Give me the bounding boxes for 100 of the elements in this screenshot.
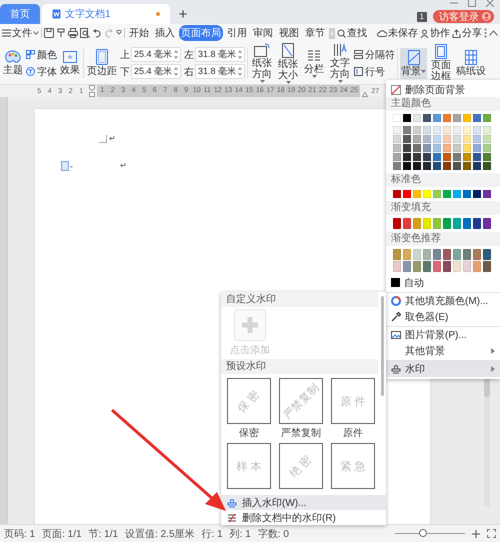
color-swatch[interactable] (423, 249, 431, 260)
color-swatch[interactable] (463, 261, 471, 272)
color-swatch[interactable] (423, 261, 431, 272)
indent-marker[interactable] (86, 85, 97, 97)
color-swatch[interactable] (433, 249, 441, 260)
page-background-button[interactable]: 稿纸设 (455, 48, 488, 78)
color-swatch[interactable] (443, 126, 451, 134)
color-swatch[interactable] (413, 153, 421, 161)
spinner-icon[interactable] (174, 50, 178, 59)
action-button[interactable]: 协作 (420, 26, 450, 40)
color-swatch[interactable] (423, 162, 431, 170)
color-swatch[interactable] (403, 144, 411, 152)
menu-item[interactable]: 自动 (386, 275, 500, 290)
color-swatch[interactable] (393, 218, 401, 229)
menu-item[interactable]: 删除页面背景 (386, 82, 500, 97)
color-swatch[interactable] (473, 218, 481, 229)
color-swatch[interactable] (413, 114, 421, 122)
color-swatch[interactable] (413, 190, 421, 198)
color-swatch[interactable] (423, 135, 431, 143)
color-swatch[interactable] (453, 153, 461, 161)
color-swatch[interactable] (423, 218, 431, 229)
color-swatch[interactable] (413, 126, 421, 134)
color-swatch[interactable] (423, 190, 431, 198)
ribbon-tab[interactable]: 插入 (153, 25, 177, 41)
color-swatch[interactable] (483, 162, 491, 170)
color-swatch[interactable] (443, 153, 451, 161)
color-swatch[interactable] (453, 190, 461, 198)
color-swatch[interactable] (413, 261, 421, 272)
color-swatch[interactable] (453, 144, 461, 152)
color-swatch[interactable] (413, 218, 421, 229)
print-preview-icon[interactable] (80, 28, 90, 38)
color-swatch[interactable] (433, 126, 441, 134)
color-swatch[interactable] (403, 218, 411, 229)
fullscreen-icon[interactable] (487, 529, 496, 538)
color-swatch[interactable] (443, 144, 451, 152)
color-swatch[interactable] (443, 190, 451, 198)
color-swatch[interactable] (453, 114, 461, 122)
color-swatch[interactable] (393, 114, 401, 122)
effects-button[interactable]: 效果 (59, 48, 81, 78)
color-swatch[interactable] (443, 114, 451, 122)
color-swatch[interactable] (393, 144, 401, 152)
color-swatch[interactable] (413, 249, 421, 260)
spinner-icon[interactable] (174, 67, 178, 76)
color-swatch[interactable] (443, 135, 451, 143)
color-swatch[interactable] (463, 162, 471, 170)
color-swatch[interactable] (393, 162, 401, 170)
color-swatch[interactable] (483, 126, 491, 134)
layout-button[interactable]: 行号 (354, 64, 396, 78)
color-swatch[interactable] (423, 144, 431, 152)
color-swatch[interactable] (463, 218, 471, 229)
margin-field[interactable]: 31.8 毫米 (195, 64, 246, 79)
layout-button[interactable]: 分隔符 (354, 48, 396, 62)
ribbon-tab[interactable]: 视图 (277, 25, 301, 41)
color-swatch[interactable] (463, 249, 471, 260)
page-setup-button[interactable]: 纸张方向 (250, 42, 274, 84)
color-swatch[interactable] (403, 153, 411, 161)
color-swatch[interactable] (443, 218, 451, 229)
color-swatch[interactable] (393, 153, 401, 161)
color-swatch[interactable] (393, 126, 401, 134)
spinner-icon[interactable] (238, 50, 242, 59)
color-swatch[interactable] (423, 114, 431, 122)
margin-field[interactable]: 25.4 毫米 (131, 64, 182, 79)
color-swatch[interactable] (473, 153, 481, 161)
menu-item[interactable]: 取色器(E) (386, 309, 500, 324)
color-swatch[interactable] (463, 114, 471, 122)
zoom-thumb[interactable] (419, 529, 427, 537)
color-swatch[interactable] (483, 153, 491, 161)
ribbon-tab[interactable]: 开始 (127, 25, 151, 41)
color-swatch[interactable] (473, 261, 481, 272)
color-swatch[interactable] (433, 153, 441, 161)
color-swatch[interactable] (463, 190, 471, 198)
theme-button[interactable]: 主题 (2, 48, 24, 78)
color-swatch[interactable] (463, 135, 471, 143)
color-swatch[interactable] (413, 162, 421, 170)
zoom-in-icon[interactable] (472, 530, 480, 538)
file-menu[interactable]: 文件 (2, 26, 39, 40)
action-button[interactable]: 分享 (452, 26, 482, 40)
login-button[interactable]: 访客登录 (433, 10, 494, 23)
color-swatch[interactable] (453, 135, 461, 143)
color-swatch[interactable] (433, 218, 441, 229)
scrollbar[interactable] (381, 296, 384, 396)
scroll-right-icon[interactable] (329, 28, 335, 38)
page-setup-button[interactable]: 文字方向 (328, 42, 352, 84)
brush-icon[interactable] (56, 28, 66, 38)
page-setup-button[interactable]: 分栏 (302, 46, 326, 80)
margins-button[interactable]: 页边距 (86, 47, 118, 79)
color-swatch[interactable] (413, 135, 421, 143)
color-swatch[interactable] (463, 144, 471, 152)
color-swatch[interactable] (443, 162, 451, 170)
color-swatch[interactable] (473, 162, 481, 170)
menu-item[interactable]: 水印 (386, 360, 500, 377)
color-swatch[interactable] (453, 126, 461, 134)
color-swatch[interactable] (393, 249, 401, 260)
color-swatch[interactable] (413, 144, 421, 152)
spinner-icon[interactable] (238, 67, 242, 76)
color-swatch[interactable] (433, 135, 441, 143)
color-swatch[interactable] (483, 218, 491, 229)
color-swatch[interactable] (433, 162, 441, 170)
ribbon-tab[interactable]: 审阅 (251, 25, 275, 41)
color-swatch[interactable] (463, 126, 471, 134)
